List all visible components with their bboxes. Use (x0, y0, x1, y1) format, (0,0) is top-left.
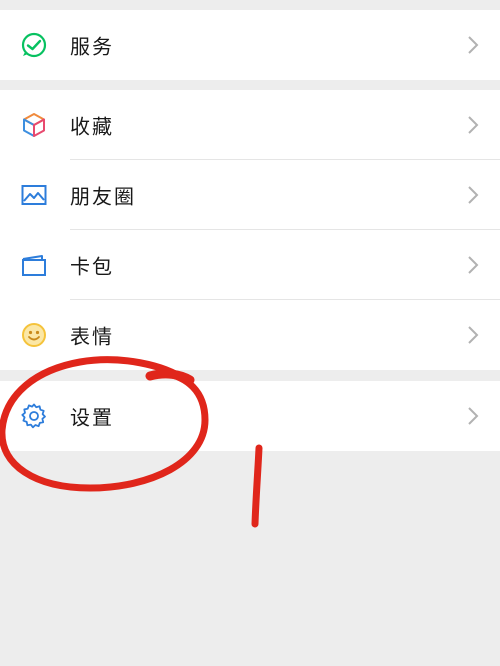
settings-group: 设置 (0, 381, 500, 451)
chevron-right-icon (468, 407, 479, 425)
chevron-right-icon (468, 116, 479, 134)
services-group: 服务 (0, 10, 500, 80)
chevron-right-icon (468, 186, 479, 204)
card-wallet-icon (20, 251, 48, 279)
chevron-right-icon (468, 36, 479, 54)
menu-item-services[interactable]: 服务 (0, 10, 500, 80)
emoji-smile-icon (20, 321, 48, 349)
menu-item-card-wallet[interactable]: 卡包 (0, 230, 500, 300)
menu-item-label: 卡包 (70, 254, 114, 279)
menu-item-moments[interactable]: 朋友圈 (0, 160, 500, 230)
menu-item-settings[interactable]: 设置 (0, 381, 500, 451)
me-page: 服务 收藏 朋友圈 卡包 表情 设置 (0, 0, 500, 666)
menu-item-label: 朋友圈 (70, 184, 136, 209)
features-group: 收藏 朋友圈 卡包 表情 (0, 90, 500, 370)
menu-item-stickers[interactable]: 表情 (0, 300, 500, 370)
moments-picture-icon (20, 181, 48, 209)
gear-icon (20, 402, 48, 430)
chevron-right-icon (468, 256, 479, 274)
favorites-cube-icon (20, 111, 48, 139)
menu-item-favorites[interactable]: 收藏 (0, 90, 500, 160)
menu-item-label: 收藏 (70, 114, 114, 139)
menu-item-label: 表情 (70, 324, 114, 349)
menu-item-label: 设置 (70, 405, 114, 430)
chevron-right-icon (468, 326, 479, 344)
menu-item-label: 服务 (70, 34, 114, 59)
wechat-pay-icon (20, 31, 48, 59)
